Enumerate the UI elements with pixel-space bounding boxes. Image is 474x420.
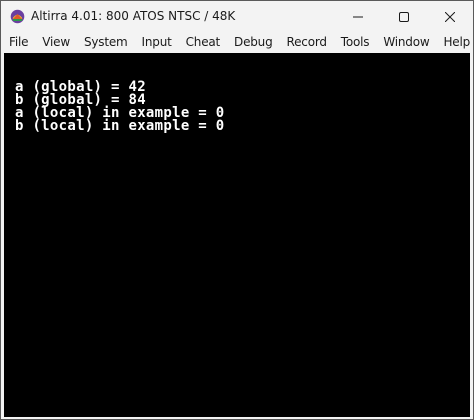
emulator-window: Altirra 4.01: 800 ATOS NTSC / 48K File V…	[0, 0, 474, 420]
menu-bar: File View System Input Cheat Debug Recor…	[1, 32, 473, 52]
menu-view[interactable]: View	[35, 32, 77, 52]
menu-tools[interactable]: Tools	[334, 32, 377, 52]
menu-help[interactable]: Help	[436, 32, 474, 52]
menu-window[interactable]: Window	[376, 32, 436, 52]
maximize-icon	[399, 11, 409, 22]
menu-cheat[interactable]: Cheat	[179, 32, 227, 52]
close-icon	[445, 11, 455, 22]
minimize-icon	[353, 16, 363, 17]
close-button[interactable]	[427, 1, 473, 32]
window-title: Altirra 4.01: 800 ATOS NTSC / 48K	[31, 9, 236, 23]
emulator-display[interactable]: a (global) = 42 b (global) = 84 a (local…	[4, 53, 470, 417]
menu-debug[interactable]: Debug	[227, 32, 279, 52]
altirra-app-icon[interactable]	[10, 9, 25, 24]
menu-input[interactable]: Input	[135, 32, 179, 52]
maximize-button[interactable]	[381, 1, 427, 32]
title-bar[interactable]: Altirra 4.01: 800 ATOS NTSC / 48K	[1, 1, 473, 32]
screen-output-line: b (local) in example = 0	[15, 118, 225, 134]
menu-system[interactable]: System	[77, 32, 135, 52]
menu-record[interactable]: Record	[280, 32, 334, 52]
minimize-button[interactable]	[335, 1, 381, 32]
menu-file[interactable]: File	[1, 32, 35, 52]
